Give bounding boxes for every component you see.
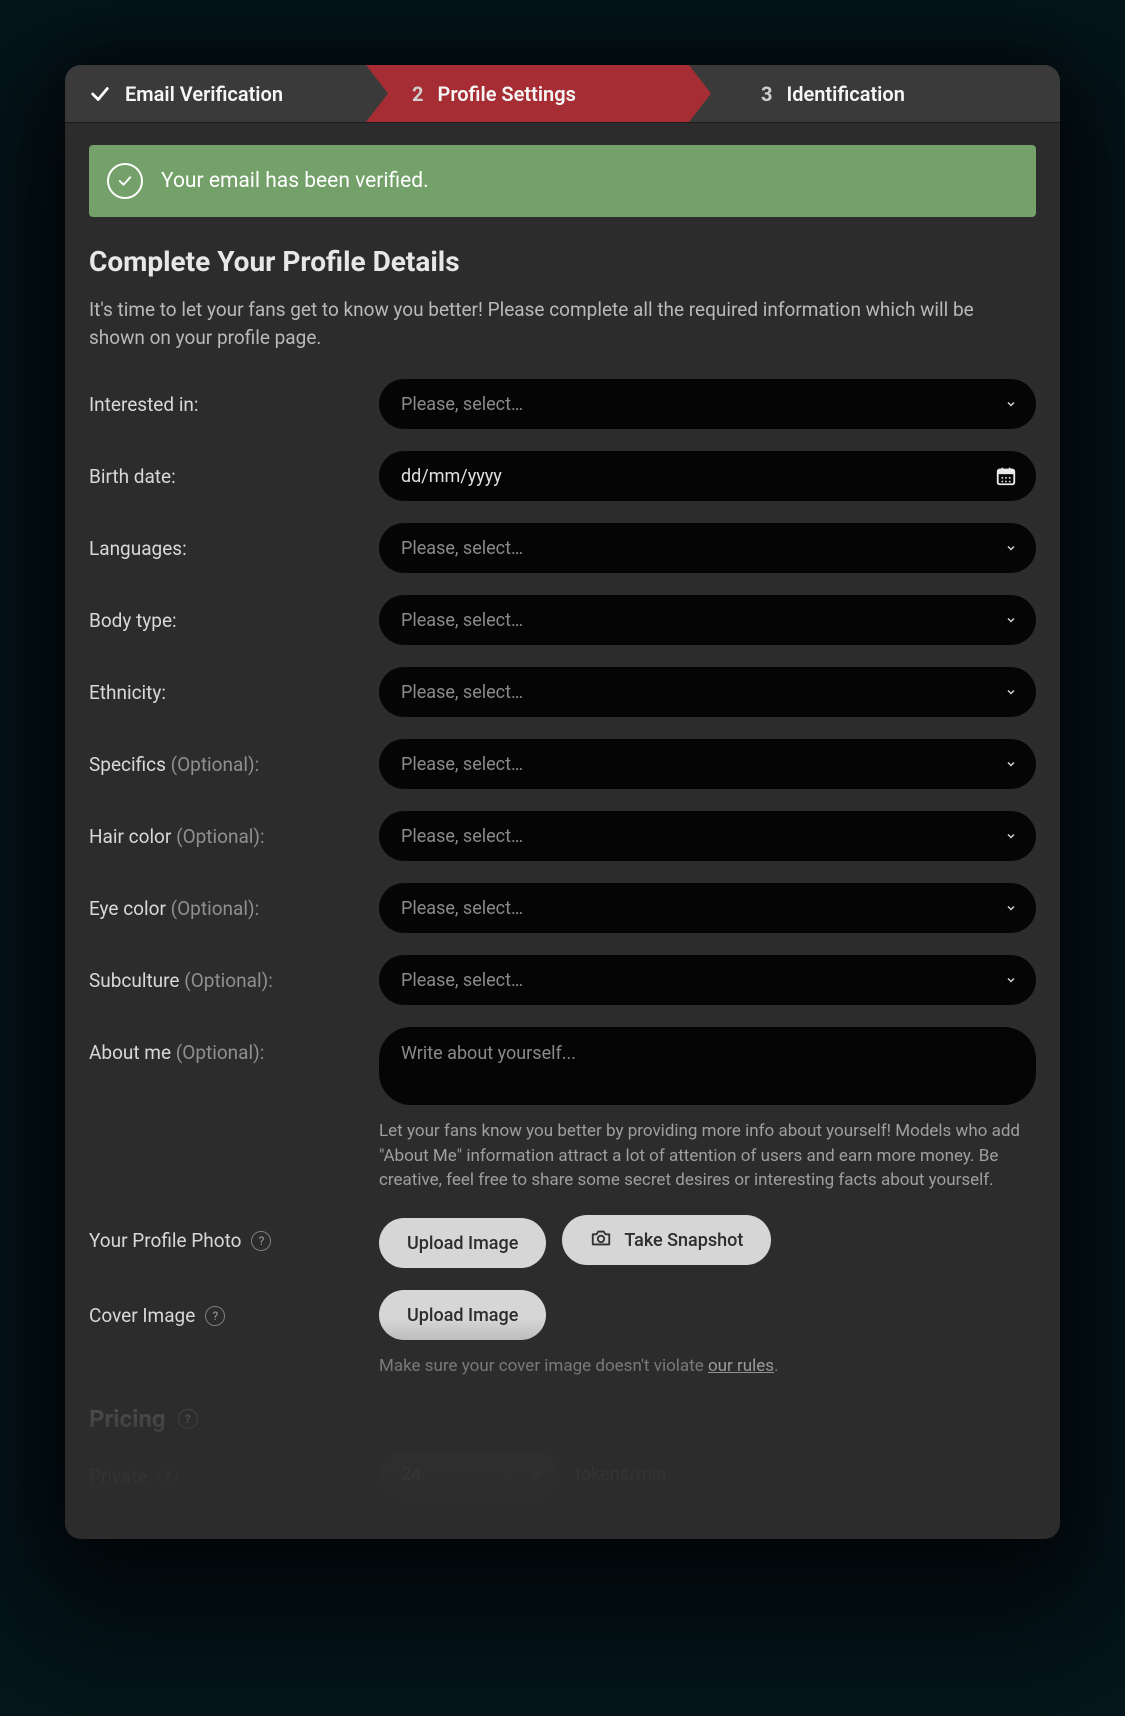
chevron-down-icon [531, 1464, 543, 1485]
cover-image-helper: Make sure your cover image doesn't viola… [379, 1354, 1036, 1379]
hair-color-select[interactable]: Please, select… [379, 811, 1036, 861]
select-placeholder: Please, select… [401, 610, 523, 631]
step-profile-settings[interactable]: 2 Profile Settings [366, 65, 711, 122]
chevron-down-icon [1004, 829, 1018, 843]
label-profile-photo: Your Profile Photo ? [89, 1215, 359, 1252]
label-hair-color: Hair color (Optional): [89, 811, 359, 848]
step-label: Identification [786, 82, 904, 106]
price-value: 24 [401, 1464, 421, 1485]
about-me-helper: Let your fans know you better by providi… [379, 1119, 1036, 1193]
upload-cover-image-button[interactable]: Upload Image [379, 1290, 546, 1340]
label-specifics: Specifics (Optional): [89, 739, 359, 776]
select-placeholder: Please, select… [401, 970, 523, 991]
step-number: 2 [412, 82, 423, 106]
about-me-textarea[interactable]: Write about yourself... [379, 1027, 1036, 1105]
stepper: Email Verification 2 Profile Settings 3 … [65, 65, 1060, 123]
camera-icon [590, 1227, 612, 1254]
select-placeholder: Please, select… [401, 538, 523, 559]
chevron-down-icon [1004, 541, 1018, 555]
label-interested-in: Interested in: [89, 379, 359, 416]
select-placeholder: Please, select… [401, 682, 523, 703]
interested-in-select[interactable]: Please, select… [379, 379, 1036, 429]
calendar-icon [994, 464, 1018, 488]
chevron-down-icon [1004, 685, 1018, 699]
content-area: Your email has been verified. Complete Y… [65, 123, 1060, 1499]
check-icon [89, 83, 111, 105]
price-unit: tokens/min [575, 1464, 666, 1485]
body-type-select[interactable]: Please, select… [379, 595, 1036, 645]
birth-date-input[interactable]: dd/mm/yyyy [379, 451, 1036, 501]
email-verified-banner: Your email has been verified. [89, 145, 1036, 217]
select-placeholder: Please, select… [401, 394, 523, 415]
help-icon[interactable]: ? [158, 1466, 178, 1486]
our-rules-link[interactable]: our rules [708, 1356, 774, 1376]
label-eye-color: Eye color (Optional): [89, 883, 359, 920]
select-placeholder: Please, select… [401, 826, 523, 847]
label-private-price: Private ? [89, 1451, 359, 1488]
private-price-select[interactable]: 24 [379, 1451, 559, 1499]
date-placeholder: dd/mm/yyyy [401, 466, 502, 487]
label-ethnicity: Ethnicity: [89, 667, 359, 704]
subculture-select[interactable]: Please, select… [379, 955, 1036, 1005]
chevron-down-icon [1004, 901, 1018, 915]
chevron-down-icon [1004, 397, 1018, 411]
page-title: Complete Your Profile Details [89, 245, 1036, 278]
ethnicity-select[interactable]: Please, select… [379, 667, 1036, 717]
label-subculture: Subculture (Optional): [89, 955, 359, 992]
step-number: 3 [761, 82, 772, 106]
pricing-heading: Pricing ? [89, 1405, 1036, 1433]
textarea-placeholder: Write about yourself... [401, 1043, 576, 1064]
eye-color-select[interactable]: Please, select… [379, 883, 1036, 933]
label-body-type: Body type: [89, 595, 359, 632]
chevron-down-icon [1004, 973, 1018, 987]
step-label: Profile Settings [437, 82, 575, 106]
label-languages: Languages: [89, 523, 359, 560]
step-label: Email Verification [125, 82, 283, 106]
step-identification[interactable]: 3 Identification [711, 65, 1060, 122]
label-birth-date: Birth date: [89, 451, 359, 488]
specifics-select[interactable]: Please, select… [379, 739, 1036, 789]
registration-panel: Email Verification 2 Profile Settings 3 … [65, 65, 1060, 1539]
help-icon[interactable]: ? [251, 1231, 271, 1251]
intro-text: It's time to let your fans get to know y… [89, 296, 1029, 351]
select-placeholder: Please, select… [401, 754, 523, 775]
check-circle-icon [107, 163, 143, 199]
languages-select[interactable]: Please, select… [379, 523, 1036, 573]
help-icon[interactable]: ? [205, 1306, 225, 1326]
select-placeholder: Please, select… [401, 898, 523, 919]
take-snapshot-button[interactable]: Take Snapshot [562, 1215, 771, 1265]
upload-profile-photo-button[interactable]: Upload Image [379, 1218, 546, 1268]
chevron-down-icon [1004, 757, 1018, 771]
chevron-down-icon [1004, 613, 1018, 627]
help-icon[interactable]: ? [178, 1409, 198, 1429]
banner-text: Your email has been verified. [161, 169, 429, 193]
step-email-verification[interactable]: Email Verification [65, 65, 388, 122]
label-about-me: About me (Optional): [89, 1027, 359, 1064]
label-cover-image: Cover Image ? [89, 1290, 359, 1327]
